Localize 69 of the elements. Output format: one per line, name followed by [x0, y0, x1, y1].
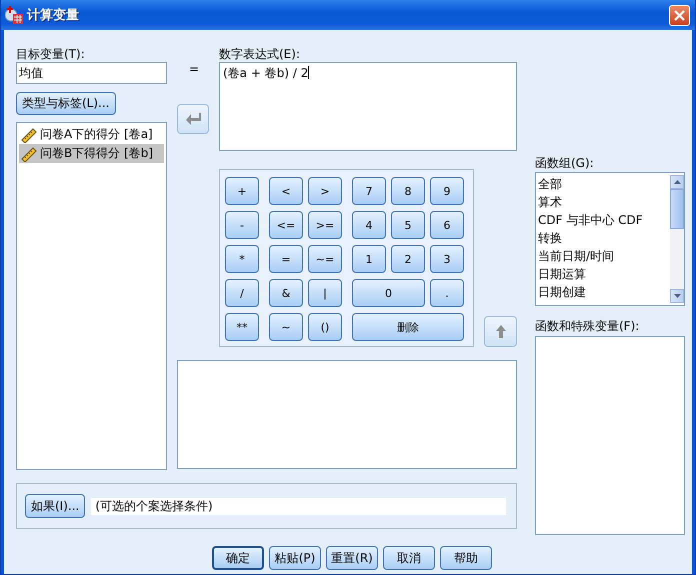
function-group-item[interactable]: CDF 与非中心 CDF	[538, 211, 670, 229]
keypad-key[interactable]: <=	[269, 211, 303, 239]
dialog-button[interactable]: 粘贴(P)	[269, 546, 321, 570]
keypad-key[interactable]: 3	[430, 245, 464, 273]
scrollbar[interactable]	[670, 175, 684, 303]
function-group-item[interactable]: 日期创建	[538, 283, 670, 301]
variable-label: 问卷B下得得分 [卷b]	[40, 145, 154, 162]
function-group-list[interactable]: 全部 算术 CDF 与非中心 CDF 转换 当前日期/时间 日期运算 日期创建	[535, 172, 685, 306]
close-icon	[674, 10, 685, 20]
window-title: 计算变量	[27, 6, 80, 24]
scroll-up-icon	[674, 180, 680, 184]
function-group-item[interactable]: 转换	[538, 229, 670, 247]
expression-label: 数字表达式(E):	[219, 46, 301, 62]
variable-label: 问卷A下的得分 [卷a]	[40, 126, 153, 143]
keypad-key[interactable]: 7	[352, 177, 386, 205]
function-group-item[interactable]: 全部	[538, 175, 670, 193]
keypad-key[interactable]: +	[225, 177, 259, 205]
ruler-icon	[21, 126, 37, 142]
scroll-down-icon	[674, 294, 680, 298]
keypad-key[interactable]: 9	[430, 177, 464, 205]
function-group-label: 函数组(G):	[535, 155, 595, 171]
keypad-key[interactable]: .	[430, 279, 464, 307]
target-variable-label: 目标变量(T):	[16, 46, 86, 62]
keypad-key[interactable]: -	[225, 211, 259, 239]
function-group-item[interactable]: 算术	[538, 193, 670, 211]
keypad-key[interactable]: 4	[352, 211, 386, 239]
dialog-button[interactable]: 取消	[383, 546, 435, 570]
keypad-key[interactable]: 5	[391, 211, 425, 239]
functions-list[interactable]	[535, 336, 685, 535]
keypad-key[interactable]: *	[225, 245, 259, 273]
dialog-button[interactable]: 确定	[212, 546, 264, 570]
keypad-key[interactable]: 2	[391, 245, 425, 273]
expression-field[interactable]: (卷a + 卷b) / 2	[219, 62, 517, 151]
up-arrow-icon	[496, 325, 506, 338]
functions-label: 函数和特殊变量(F):	[535, 318, 640, 334]
keypad-key[interactable]: ~	[269, 313, 303, 341]
variable-list[interactable]: 问卷A下的得分 [卷a] 问卷B下得得分 [卷b]	[16, 122, 167, 470]
keypad-key[interactable]: **	[225, 313, 259, 341]
keypad-key[interactable]: =	[269, 245, 303, 273]
keypad-key[interactable]: 0	[352, 279, 425, 307]
variable-item[interactable]: 问卷A下的得分 [卷a]	[19, 125, 164, 144]
keypad-key[interactable]: 删除	[352, 313, 464, 341]
up-arrow-button[interactable]	[484, 316, 517, 347]
calculator-icon	[5, 6, 23, 24]
keypad-key[interactable]: 8	[391, 177, 425, 205]
function-group-item[interactable]: 日期运算	[538, 265, 670, 283]
keypad-key[interactable]: 6	[430, 211, 464, 239]
close-button[interactable]	[669, 4, 690, 26]
if-button[interactable]: 如果(I)...	[25, 494, 86, 518]
keypad-key[interactable]: |	[308, 279, 342, 307]
variable-item[interactable]: 问卷B下得得分 [卷b]	[19, 144, 164, 163]
ruler-icon	[21, 146, 37, 162]
curved-arrow-icon	[185, 112, 201, 126]
keypad-key[interactable]: &	[269, 279, 303, 307]
keypad-key[interactable]: /	[225, 279, 259, 307]
dialog-button[interactable]: 帮助	[440, 546, 492, 570]
keypad-key[interactable]: ()	[308, 313, 342, 341]
keypad-key[interactable]: <	[269, 177, 303, 205]
keypad-key[interactable]: 1	[352, 245, 386, 273]
function-group-item[interactable]: 当前日期/时间	[538, 247, 670, 265]
keypad-key[interactable]: >	[308, 177, 342, 205]
type-label-button[interactable]: 类型与标签(L)...	[16, 92, 116, 115]
dialog-button[interactable]: 重置(R)	[326, 546, 378, 570]
keypad-key[interactable]: ~=	[308, 245, 342, 273]
insert-button[interactable]	[177, 104, 209, 134]
target-variable-field[interactable]: 均值	[16, 62, 167, 84]
condition-field[interactable]: (可选的个案选择条件)	[91, 498, 506, 514]
keypad-key[interactable]: >=	[308, 211, 342, 239]
equals-sign: =	[189, 62, 199, 76]
